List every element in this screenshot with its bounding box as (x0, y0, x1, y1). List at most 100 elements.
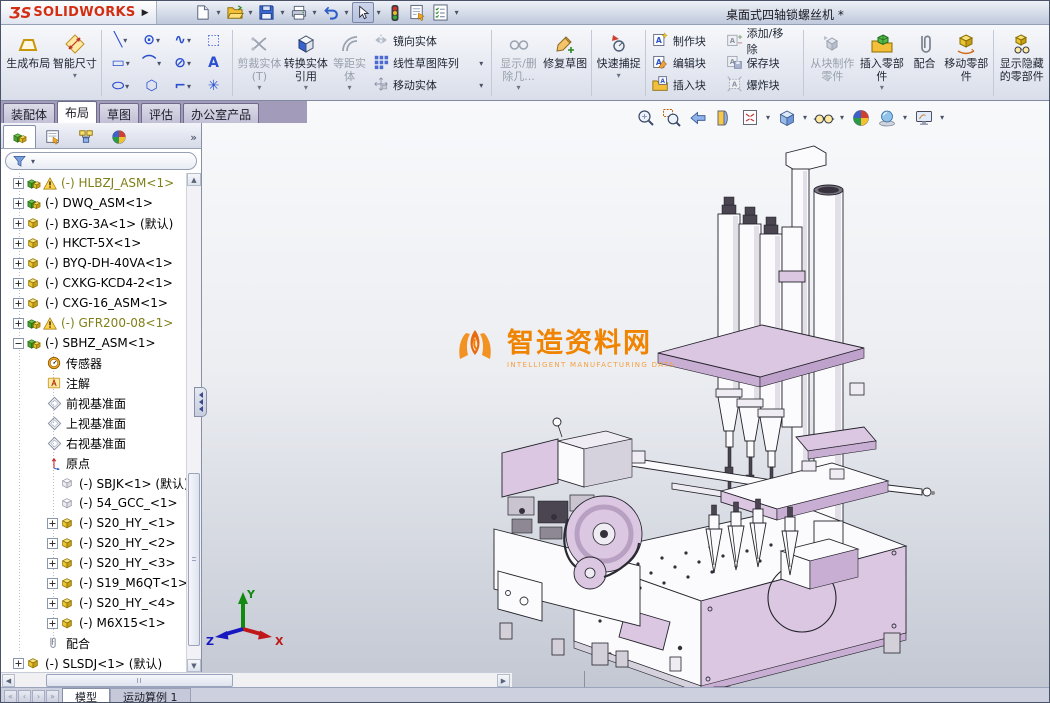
open-button-dropdown[interactable]: ▾ (249, 8, 253, 17)
propertymanager-tab[interactable] (36, 125, 69, 148)
fillet-button[interactable]: ⌐▾ (167, 75, 198, 98)
select-button[interactable] (352, 2, 374, 23)
circle-dropdown[interactable]: ▾ (156, 36, 160, 45)
apply-scene-button-dropdown[interactable]: ▾ (903, 113, 907, 122)
offset-entities-dropdown[interactable]: ▾ (348, 83, 352, 92)
tree-item[interactable]: (-) BYQ-DH-40VA<1> (1, 253, 186, 273)
save-button-dropdown[interactable]: ▾ (281, 8, 285, 17)
motion-next-button[interactable]: › (32, 690, 45, 703)
motion-last-button[interactable]: » (46, 690, 59, 703)
show-hidden-components-button[interactable]: 显示隐藏的零部件 (997, 27, 1047, 99)
options-button[interactable] (430, 2, 452, 23)
motion-first-button[interactable]: « (4, 690, 17, 703)
edit-appearance-button[interactable] (849, 106, 872, 129)
cad-model[interactable] (202, 101, 1050, 687)
mirror-entities-button[interactable]: 镜向实体 (370, 31, 488, 52)
linear-sketch-pattern-dropdown[interactable]: ▾ (479, 59, 483, 68)
quick-snaps-button[interactable]: 快速捕捉 ▾ (595, 27, 642, 99)
expand-icon[interactable] (13, 658, 26, 669)
expand-icon[interactable] (47, 598, 60, 609)
expand-icon[interactable] (13, 278, 26, 289)
display-style-button[interactable] (775, 106, 798, 129)
file-properties-button[interactable] (407, 2, 429, 23)
tree-item[interactable]: (-) S20_HY_<2> (1, 533, 186, 553)
filter-dropdown[interactable]: ▾ (31, 157, 35, 166)
scroll-down-arrow-icon[interactable]: ▼ (187, 659, 201, 672)
tree-item[interactable]: (-) S20_HY_<4> (1, 593, 186, 613)
circle-button[interactable]: ⊙▾ (136, 29, 167, 52)
tree-item[interactable]: (-) BXG-3A<1> (默认) (1, 213, 186, 233)
new-document-button-dropdown[interactable]: ▾ (216, 8, 220, 17)
expand-icon[interactable] (47, 538, 60, 549)
panel-overflow-chevron-icon[interactable]: » (190, 131, 197, 148)
selection-box-button[interactable]: ⬚ (198, 29, 229, 52)
trim-entities-dropdown[interactable]: ▾ (257, 83, 261, 92)
expand-icon[interactable] (13, 258, 26, 269)
motion-tab-运动算例 1[interactable]: 运动算例 1 (110, 688, 191, 703)
tree-item[interactable]: (-) HKCT-5X<1> (1, 233, 186, 253)
tree-horizontal-scrollbar[interactable]: ◀ ▶ (1, 672, 512, 687)
display-delete-relations-dropdown[interactable]: ▾ (517, 83, 521, 92)
tree-item[interactable]: 右视基准面 (1, 433, 186, 453)
hide-show-items-button[interactable] (812, 106, 835, 129)
tree-item[interactable]: (-) CXKG-KCD4-2<1> (1, 273, 186, 293)
edit-block-button[interactable]: A 编辑块 (649, 53, 723, 74)
smart-dimension-dropdown[interactable]: ▾ (73, 71, 77, 80)
motion-prev-button[interactable]: ‹ (18, 690, 31, 703)
ribbon-tab-评估[interactable]: 评估 (141, 103, 181, 123)
offset-entities-button[interactable]: 等距实体 ▾ (329, 27, 370, 99)
scroll-left-arrow-icon[interactable]: ◀ (2, 674, 15, 687)
tree-item[interactable]: (-) 54_GCC_<1> (1, 493, 186, 513)
move-entities-dropdown[interactable]: ▾ (479, 81, 483, 90)
slot-button[interactable]: ⬭▾ (105, 75, 136, 98)
sketch-pattern-button[interactable]: ✳ (198, 75, 229, 98)
tree-item[interactable]: 注解 (1, 373, 186, 393)
view-settings-button[interactable] (912, 106, 935, 129)
display-style-button-dropdown[interactable]: ▾ (803, 113, 807, 122)
configurationmanager-tab[interactable] (69, 125, 102, 148)
trim-entities-button[interactable]: 剪裁实体(T) ▾ (236, 27, 283, 99)
tree-item[interactable]: (-) HLBZJ_ASM<1> (1, 173, 186, 193)
rebuild-button[interactable] (384, 2, 406, 23)
motion-tab-模型[interactable]: 模型 (62, 688, 110, 703)
display-delete-relations-button[interactable]: 显示/删除几... ▾ (495, 27, 542, 99)
insert-components-button[interactable]: 插入零部件 ▾ (858, 27, 907, 99)
make-block-button[interactable]: A 制作块 (649, 31, 723, 52)
tree-item[interactable]: (-) M6X15<1> (1, 613, 186, 633)
move-entities-button[interactable]: 移动实体 ▾ (370, 75, 488, 96)
expand-icon[interactable] (13, 198, 26, 209)
convert-entities-button[interactable]: 转换实体引用 ▾ (283, 27, 330, 99)
expand-icon[interactable] (13, 318, 26, 329)
ellipse-button[interactable]: ⊘▾ (167, 52, 198, 75)
apply-scene-button[interactable] (875, 106, 898, 129)
scroll-up-arrow-icon[interactable]: ▲ (187, 173, 201, 186)
tree-item[interactable]: (-) CXG-16_ASM<1> (1, 293, 186, 313)
arc-dropdown[interactable]: ▾ (157, 59, 161, 68)
tree-item[interactable]: (-) S19_M6QT<1> (1, 573, 186, 593)
view-orientation-button[interactable] (738, 106, 761, 129)
line-button[interactable]: ╲▾ (105, 29, 136, 52)
sketch-text-button[interactable]: A (198, 52, 229, 75)
tree-item[interactable]: 原点 (1, 453, 186, 473)
quick-snaps-dropdown[interactable]: ▾ (617, 71, 621, 80)
tree-item[interactable]: 前视基准面 (1, 393, 186, 413)
repair-sketch-button[interactable]: 修复草图 (542, 27, 589, 99)
spline-button[interactable]: ∿▾ (167, 29, 198, 52)
undo-button[interactable] (320, 2, 342, 23)
ribbon-tab-装配体[interactable]: 装配体 (3, 103, 55, 123)
polygon-button[interactable]: ⬡ (136, 75, 167, 98)
view-orientation-button-dropdown[interactable]: ▾ (766, 113, 770, 122)
tree-filter-bar[interactable]: ▾ (5, 152, 197, 170)
expand-icon[interactable] (13, 218, 26, 229)
linear-sketch-pattern-button[interactable]: 线性草图阵列 ▾ (370, 53, 488, 74)
save-button[interactable] (256, 2, 278, 23)
tree-item[interactable]: (-) SBJK<1> (默认) (1, 473, 186, 493)
tree-item[interactable]: (-) S20_HY_<3> (1, 553, 186, 573)
convert-entities-dropdown[interactable]: ▾ (304, 83, 308, 92)
expand-icon[interactable] (47, 578, 60, 589)
rectangle-button[interactable]: ▭▾ (105, 52, 136, 75)
tree-hscrollbar-thumb[interactable] (46, 674, 233, 687)
spline-dropdown[interactable]: ▾ (187, 36, 191, 45)
tree-item[interactable]: (-) SBHZ_ASM<1> (1, 333, 186, 353)
insert-block-button[interactable]: A 插入块 (649, 75, 723, 96)
